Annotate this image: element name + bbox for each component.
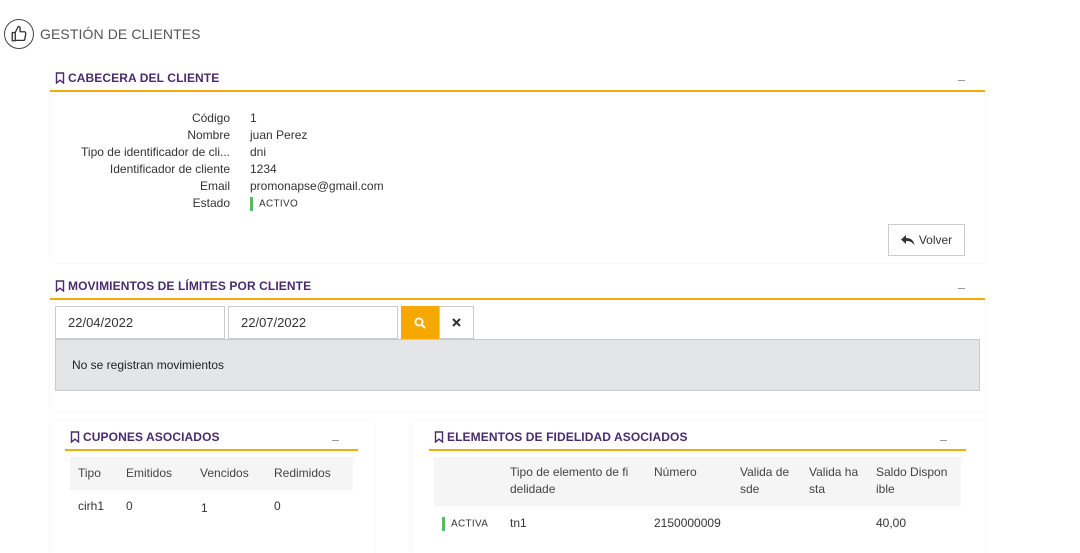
field-value-identificador: 1234 xyxy=(250,162,277,176)
cabecera-accent-line xyxy=(50,90,985,92)
fidelidad-header-hasta: Valida ha sta xyxy=(809,465,859,496)
fidelidad-header-desde: Valida de sde xyxy=(740,465,790,496)
fidelidad-collapse-button[interactable] xyxy=(940,440,947,441)
fidelidad-status-badge: ACTIVA xyxy=(442,516,488,531)
fidelidad-cell-saldo: 40,00 xyxy=(876,516,907,530)
status-indicator xyxy=(250,196,253,211)
cupones-cell-vencidos: 1 xyxy=(201,501,208,515)
field-value-codigo: 1 xyxy=(250,111,257,125)
field-label-estado: Estado xyxy=(192,196,230,210)
status-text: ACTIVO xyxy=(259,198,299,210)
fidelidad-header-tipo: Tipo de elemento de fi delidade xyxy=(510,465,629,496)
cabecera-panel xyxy=(50,92,985,263)
movimientos-collapse-button[interactable] xyxy=(958,288,965,289)
clear-button[interactable] xyxy=(439,306,474,339)
movimientos-accent-line xyxy=(50,298,985,300)
fidelidad-header-saldo: Saldo Dispon ible xyxy=(876,465,948,496)
cupones-cell-tipo: cirh1 xyxy=(78,499,105,513)
volver-label: Volver xyxy=(918,233,953,247)
page-title: GESTIÓN DE CLIENTES xyxy=(40,26,201,42)
thumbs-up-icon xyxy=(4,19,34,49)
cabecera-collapse-button[interactable] xyxy=(958,80,965,81)
search-button[interactable] xyxy=(401,306,439,339)
fidelidad-title-text: ELEMENTOS DE FIDELIDAD ASOCIADOS xyxy=(447,430,688,444)
cupones-header-redimidos: Redimidos xyxy=(274,466,331,480)
cupones-header-tipo: Tipo xyxy=(78,466,101,480)
movimientos-title-text: MOVIMIENTOS DE LÍMITES POR CLIENTE xyxy=(68,279,312,293)
fidelidad-panel-title: ELEMENTOS DE FIDELIDAD ASOCIADOS xyxy=(434,430,688,444)
fidelidad-cell-numero: 2150000009 xyxy=(654,516,721,530)
fidelidad-header-numero: Número xyxy=(654,465,697,479)
empty-message: No se registran movimientos xyxy=(55,339,980,391)
fidelidad-accent-line xyxy=(429,449,966,451)
field-label-tipo-identificador: Tipo de identificador de cli... xyxy=(81,145,230,159)
search-icon xyxy=(414,317,426,329)
bookmark-icon xyxy=(434,431,444,443)
page-header: GESTIÓN DE CLIENTES xyxy=(4,19,201,49)
cabecera-panel-title: CABECERA DEL CLIENTE xyxy=(55,71,219,85)
fidelidad-cell-tipo: tn1 xyxy=(510,516,527,530)
cupones-cell-redimidos: 0 xyxy=(274,499,281,513)
date-from-input[interactable]: 22/04/2022 xyxy=(55,306,225,339)
reply-icon xyxy=(900,234,915,245)
volver-button[interactable]: Volver xyxy=(888,224,965,256)
status-indicator xyxy=(442,516,445,531)
date-to-input[interactable]: 22/07/2022 xyxy=(228,306,398,339)
bookmark-icon xyxy=(55,280,65,292)
cupones-panel-title: CUPONES ASOCIADOS xyxy=(70,430,220,444)
status-badge: ACTIVO xyxy=(250,196,298,211)
cupones-cell-emitidos: 0 xyxy=(126,499,133,513)
cabecera-title-text: CABECERA DEL CLIENTE xyxy=(68,71,220,85)
field-label-email: Email xyxy=(199,179,230,193)
bookmark-icon xyxy=(55,72,65,84)
cupones-header-vencidos: Vencidos xyxy=(200,466,249,480)
movimientos-panel-title: MOVIMIENTOS DE LÍMITES POR CLIENTE xyxy=(55,279,311,293)
field-value-nombre: juan Perez xyxy=(250,128,308,142)
fidelidad-status-text: ACTIVA xyxy=(451,518,489,530)
field-value-email: promonapse@gmail.com xyxy=(250,179,384,193)
field-label-nombre: Nombre xyxy=(187,128,230,142)
bookmark-icon xyxy=(70,431,80,443)
cupones-collapse-button[interactable] xyxy=(332,440,339,441)
cupones-header-emitidos: Emitidos xyxy=(126,466,173,480)
close-icon xyxy=(452,318,461,327)
cupones-title-text: CUPONES ASOCIADOS xyxy=(83,430,220,444)
cupones-accent-line xyxy=(65,449,358,451)
field-label-codigo: Código xyxy=(191,111,230,125)
field-value-tipo-identificador: dni xyxy=(250,145,267,159)
field-label-identificador: Identificador de cliente xyxy=(109,162,230,176)
